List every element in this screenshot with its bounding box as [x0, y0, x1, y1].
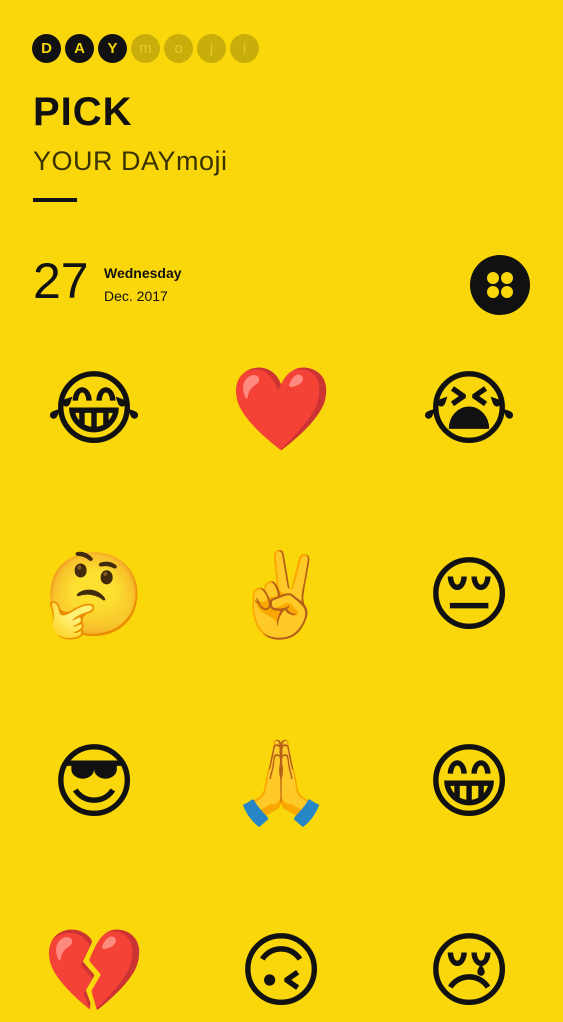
- page-subtitle: YOUR DAYmoji: [33, 146, 228, 176]
- emoji-broken-heart[interactable]: 💔: [43, 922, 145, 1022]
- emoji-victory-hand[interactable]: ✌️: [230, 546, 332, 646]
- emoji-face-with-tears-of-joy[interactable]: 😂: [44, 360, 144, 460]
- emoji-thinking-face[interactable]: 🤔: [43, 546, 145, 646]
- emoji-red-heart[interactable]: ❤️: [230, 360, 332, 460]
- emoji-pensive-face[interactable]: 😔: [419, 546, 519, 646]
- logo-letter-j: j: [197, 34, 226, 63]
- emoji-upside-down-face[interactable]: 🙃: [231, 922, 331, 1022]
- grid-dot-icon: [487, 272, 499, 284]
- logo-letter-d: D: [32, 34, 61, 63]
- logo-letter-o: o: [164, 34, 193, 63]
- grid-dot-icon: [501, 286, 513, 298]
- title-underline: [33, 198, 77, 202]
- emoji-crying-face[interactable]: 😢: [419, 922, 519, 1022]
- date-month-year: Dec. 2017: [104, 288, 168, 304]
- logo-letter-y: Y: [98, 34, 127, 63]
- grid-dot-icon: [501, 272, 513, 284]
- emoji-folded-hands[interactable]: 🙏: [230, 733, 332, 833]
- page-title: PICK: [33, 90, 133, 134]
- daymoji-logo: D A Y m o j i: [32, 34, 259, 63]
- date-weekday: Wednesday: [104, 265, 182, 281]
- grid-dot-icon: [487, 286, 499, 298]
- date-day: 27: [33, 253, 89, 309]
- grid-view-button[interactable]: [470, 255, 530, 315]
- logo-letter-i: i: [230, 34, 259, 63]
- logo-letter-a: A: [65, 34, 94, 63]
- logo-letter-m: m: [131, 34, 160, 63]
- emoji-loudly-crying-face[interactable]: 😭: [419, 360, 519, 460]
- emoji-smiling-face-with-sunglasses[interactable]: 😎: [44, 733, 144, 833]
- emoji-grinning-face[interactable]: 😁: [419, 733, 519, 833]
